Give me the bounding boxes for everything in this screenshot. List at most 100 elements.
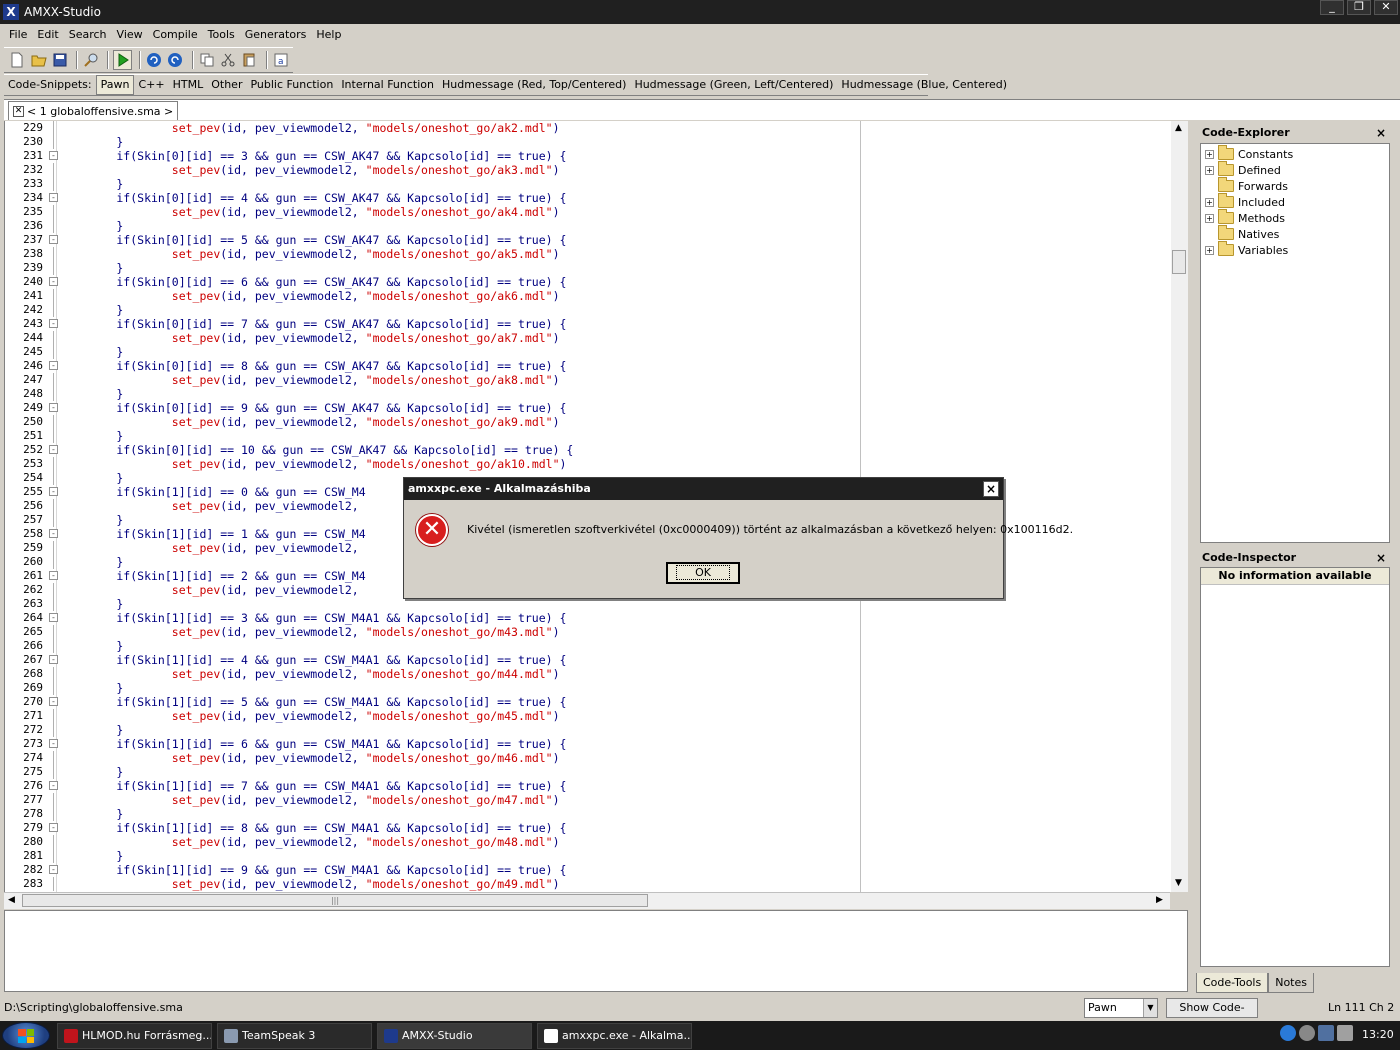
code-token: set_pev [171,709,221,723]
fold-toggle-icon[interactable]: - [49,781,58,790]
fold-toggle-icon[interactable]: - [49,655,58,664]
snippet-hudmessage-red-top-centered[interactable]: Hudmessage (Red, Top/Centered) [438,76,630,94]
scroll-down-icon[interactable]: ▼ [1175,878,1182,888]
tray-app-icon[interactable] [1299,1025,1315,1041]
menu-file[interactable]: File [4,24,32,46]
minimize-button[interactable]: _ [1320,0,1344,15]
paste-icon[interactable] [240,50,258,70]
close-explorer-icon[interactable]: × [1376,123,1386,143]
code-token: "models/oneshot_go/ak9.mdl" [365,415,553,429]
menu-tools[interactable]: Tools [203,24,240,46]
fold-toggle-icon[interactable]: - [49,529,58,538]
fold-toggle-icon[interactable]: - [49,823,58,832]
ok-button[interactable]: OK [666,562,740,584]
cut-icon[interactable] [219,50,237,70]
snippet-internal-function[interactable]: Internal Function [337,76,438,94]
snippet-hudmessage-green-left-centered[interactable]: Hudmessage (Green, Left/Centered) [630,76,837,94]
menu-edit[interactable]: Edit [32,24,63,46]
document-tab[interactable]: ✕ < 1 globaloffensive.sma > [8,101,179,120]
editor-vertical-scrollbar[interactable]: ▲ ▼ [1171,121,1188,892]
fold-toggle-icon[interactable]: - [49,739,58,748]
menu-generators[interactable]: Generators [240,24,312,46]
save-icon[interactable] [51,50,69,70]
language-select[interactable]: Pawn ▼ [1084,998,1158,1018]
scroll-right-icon[interactable]: ▶ [1156,895,1163,905]
explorer-node[interactable]: + Defined [1201,161,1281,178]
vertical-scroll-thumb[interactable] [1172,250,1186,274]
snippet-hudmessage-blue-centered[interactable]: Hudmessage (Blue, Centered) [837,76,1011,94]
fold-toggle-icon[interactable]: - [49,613,58,622]
dialog-title-bar: amxxpc.exe - Alkalmazáshiba × [404,478,1003,500]
fold-toggle-icon[interactable]: - [49,235,58,244]
fold-toggle-icon[interactable]: - [49,697,58,706]
find-icon[interactable] [82,50,100,70]
taskbar-item[interactable]: AMXX-Studio [377,1023,532,1049]
copy-icon[interactable] [198,50,216,70]
tab-notes[interactable]: Notes [1268,973,1314,993]
restore-button[interactable]: ❐ [1347,0,1371,15]
explorer-node[interactable]: + Included [1201,193,1285,210]
expand-icon[interactable]: + [1205,213,1214,223]
code-token: ) [552,205,560,219]
fold-toggle-icon[interactable]: - [49,151,58,160]
menu-view[interactable]: View [112,24,148,46]
fold-toggle-icon[interactable]: - [49,277,58,286]
expand-icon[interactable]: + [1205,245,1214,255]
fold-toggle-icon[interactable]: - [49,319,58,328]
close-inspector-icon[interactable]: × [1376,548,1386,568]
horizontal-scroll-thumb[interactable]: ||| [22,894,648,907]
show-code-tools-button[interactable]: Show Code-Tools [1166,998,1258,1032]
fold-toggle-icon[interactable]: - [49,445,58,454]
scroll-left-icon[interactable]: ◀ [8,895,15,905]
snippet-other[interactable]: Other [207,76,246,94]
explorer-node[interactable]: Forwards [1201,177,1288,194]
taskbar-item[interactable]: TeamSpeak 3 [217,1023,372,1049]
explorer-node[interactable]: + Methods [1201,209,1285,226]
snippet-c[interactable]: C++ [134,76,168,94]
fold-line [53,625,54,639]
dialog-close-button[interactable]: × [983,481,999,497]
menu-help[interactable]: Help [311,24,346,46]
snippet-public-function[interactable]: Public Function [246,76,337,94]
undo-icon[interactable] [145,50,163,70]
fold-toggle-icon[interactable]: - [49,571,58,580]
menu-compile[interactable]: Compile [148,24,203,46]
scroll-up-icon[interactable]: ▲ [1175,123,1182,133]
snippet-pawn[interactable]: Pawn [95,75,135,95]
explorer-node[interactable]: + Variables [1201,241,1288,258]
fold-toggle-icon[interactable]: - [49,403,58,412]
explorer-node[interactable]: Natives [1201,225,1279,242]
fold-toggle-icon[interactable]: - [49,193,58,202]
fold-toggle-icon[interactable]: - [49,487,58,496]
menu-search[interactable]: Search [64,24,112,46]
ie-icon[interactable] [1280,1025,1296,1041]
toolbar-separator [107,51,110,69]
close-window-button[interactable]: ✕ [1374,0,1398,15]
open-icon[interactable] [29,50,47,70]
expand-icon[interactable]: + [1205,165,1214,175]
select-all-icon[interactable]: a [272,50,290,70]
output-panel[interactable] [4,910,1188,992]
expand-icon[interactable]: + [1205,149,1214,159]
snippet-html[interactable]: HTML [169,76,208,94]
volume-icon[interactable] [1337,1025,1353,1041]
fold-line [53,415,54,429]
taskbar-item[interactable]: HLMOD.hu Forrásmeg... [57,1023,212,1049]
new-file-icon[interactable] [8,50,26,70]
redo-icon[interactable] [166,50,184,70]
fold-toggle-icon[interactable]: - [49,865,58,874]
taskbar-item[interactable]: amxxpc.exe - Alkalma... [537,1023,692,1049]
fold-toggle-icon[interactable]: - [49,361,58,370]
close-tab-icon[interactable]: ✕ [13,105,24,117]
line-number: 241 [23,289,43,302]
code-token: set_pev [171,541,221,555]
compile-run-icon[interactable] [113,50,132,70]
code-explorer-tree[interactable]: + Constants + Defined Forwards + Included + Meth… [1200,143,1390,543]
chevron-down-icon[interactable]: ▼ [1143,999,1157,1017]
expand-icon[interactable]: + [1205,197,1214,207]
network-icon[interactable] [1318,1025,1334,1041]
start-button[interactable] [2,1022,50,1049]
tab-code-tools[interactable]: Code-Tools [1196,973,1269,993]
explorer-node[interactable]: + Constants [1201,145,1293,162]
